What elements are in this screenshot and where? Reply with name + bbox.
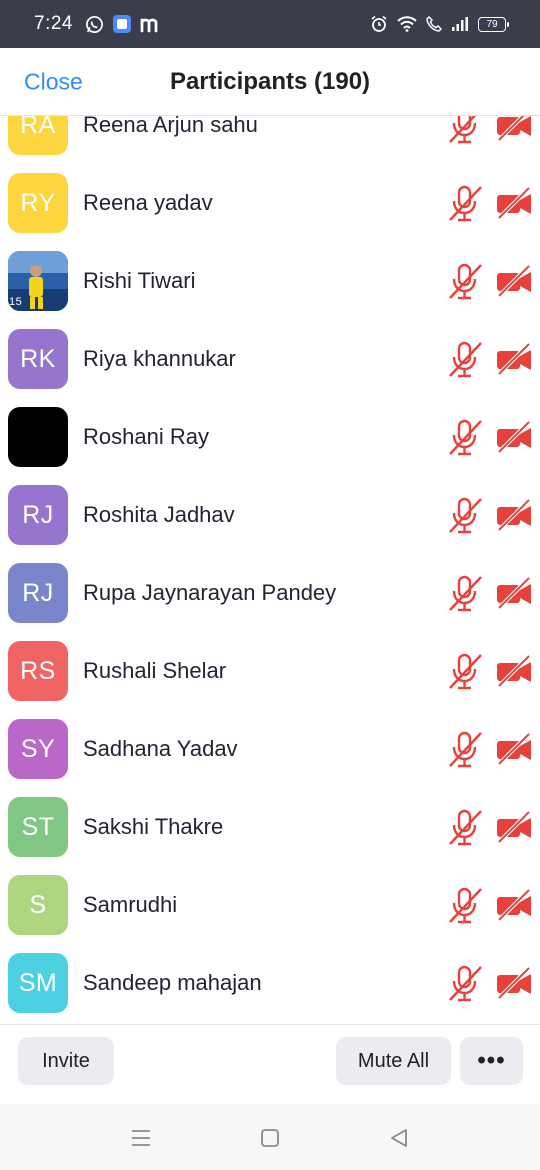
whatsapp-icon — [85, 15, 104, 34]
call-icon — [426, 16, 442, 32]
header: Close Participants (190) — [0, 48, 540, 116]
mic-muted-icon[interactable] — [447, 885, 483, 925]
avatar-initials: RY — [20, 188, 56, 217]
avatar: RJ — [8, 485, 68, 545]
avatar: ST — [8, 797, 68, 857]
video-off-icon[interactable] — [496, 497, 532, 533]
participant-row[interactable]: SM Sandeep mahajan — [0, 944, 540, 1022]
avatar: SY — [8, 719, 68, 779]
video-off-icon[interactable] — [496, 965, 532, 1001]
participant-row[interactable]: RJ Rupa Jaynarayan Pandey — [0, 554, 540, 632]
avatar: SM — [8, 953, 68, 1013]
close-button[interactable]: Close — [24, 68, 83, 95]
mic-muted-icon[interactable] — [447, 963, 483, 1003]
participant-name: Reena Arjun sahu — [83, 116, 258, 137]
mic-muted-icon[interactable] — [447, 116, 483, 145]
participant-row[interactable]: Roshani Ray — [0, 398, 540, 476]
status-bar: 7:24 79 — [0, 0, 540, 48]
invite-button[interactable]: Invite — [18, 1037, 114, 1085]
more-options-button[interactable]: ••• — [460, 1037, 523, 1085]
avatar-initials: RA — [20, 116, 56, 139]
avatar-initials: RK — [20, 344, 56, 373]
participant-row[interactable]: RJ Roshita Jadhav — [0, 476, 540, 554]
video-off-icon[interactable] — [496, 653, 532, 689]
avatar: RJ — [8, 563, 68, 623]
battery-indicator: 79 — [478, 16, 509, 32]
mic-muted-icon[interactable] — [447, 807, 483, 847]
participant-row[interactable]: RA Reena Arjun sahu — [0, 116, 540, 164]
participant-name: Sadhana Yadav — [83, 736, 238, 761]
participant-name: Roshani Ray — [83, 424, 209, 449]
mic-muted-icon[interactable] — [447, 651, 483, 691]
avatar: 15 — [8, 251, 68, 311]
mic-muted-icon[interactable] — [447, 261, 483, 301]
video-off-icon[interactable] — [496, 887, 532, 923]
video-off-icon[interactable] — [496, 185, 532, 221]
avatar-initials: S — [29, 890, 47, 919]
home-icon[interactable] — [258, 1126, 282, 1150]
avatar: S — [8, 875, 68, 935]
avatar-initials: RJ — [22, 578, 54, 607]
video-off-icon[interactable] — [496, 575, 532, 611]
participant-row[interactable]: SY Sadhana Yadav — [0, 710, 540, 788]
participant-name: Roshita Jadhav — [83, 502, 235, 527]
avatar: RS — [8, 641, 68, 701]
bottom-toolbar: Invite Mute All ••• — [0, 1024, 540, 1104]
avatar-initials: SY — [20, 734, 56, 763]
wifi-icon — [397, 16, 417, 32]
avatar: RY — [8, 173, 68, 233]
avatar: RK — [8, 329, 68, 389]
participant-name: Sandeep mahajan — [83, 970, 262, 995]
system-nav-bar — [0, 1104, 540, 1170]
participant-row[interactable]: RS Rushali Shelar — [0, 632, 540, 710]
menu-icon[interactable] — [129, 1126, 153, 1150]
participant-row[interactable]: RY Reena yadav — [0, 164, 540, 242]
alarm-icon — [370, 15, 388, 33]
mic-muted-icon[interactable] — [447, 339, 483, 379]
video-off-icon[interactable] — [496, 731, 532, 767]
participant-row[interactable]: S Samrudhi — [0, 866, 540, 944]
avatar-initials: RJ — [22, 500, 54, 529]
app-icon — [112, 14, 132, 34]
video-off-icon[interactable] — [496, 341, 532, 377]
mic-muted-icon[interactable] — [447, 573, 483, 613]
participant-name: Rupa Jaynarayan Pandey — [83, 580, 337, 605]
avatar-initials: ST — [21, 812, 55, 841]
status-time: 7:24 — [34, 13, 73, 34]
avatar: RA — [8, 116, 68, 155]
participant-row[interactable]: 15 Rishi Tiwari — [0, 242, 540, 320]
mic-muted-icon[interactable] — [447, 495, 483, 535]
participant-name: Sakshi Thakre — [83, 814, 224, 839]
video-off-icon[interactable] — [496, 419, 532, 455]
participant-row[interactable]: RK Riya khannukar — [0, 320, 540, 398]
signal-icon — [451, 16, 469, 32]
video-off-icon[interactable] — [496, 116, 532, 143]
participant-row[interactable]: ST Sakshi Thakre — [0, 788, 540, 866]
mute-all-button[interactable]: Mute All — [336, 1037, 451, 1085]
mic-muted-icon[interactable] — [447, 183, 483, 223]
participant-name: Samrudhi — [83, 892, 178, 917]
mic-muted-icon[interactable] — [447, 729, 483, 769]
avatar — [8, 407, 68, 467]
avatar-initials: RS — [20, 656, 56, 685]
participant-name: Rushali Shelar — [83, 658, 227, 683]
m-icon — [140, 15, 162, 33]
svg-text:15: 15 — [9, 296, 22, 308]
video-off-icon[interactable] — [496, 263, 532, 299]
page-title: Participants (190) — [169, 67, 371, 95]
participant-name: Riya khannukar — [83, 346, 236, 371]
mic-muted-icon[interactable] — [447, 417, 483, 457]
participant-name: Reena yadav — [83, 190, 213, 215]
participant-name: Rishi Tiwari — [83, 268, 196, 293]
back-icon[interactable] — [387, 1126, 411, 1150]
video-off-icon[interactable] — [496, 809, 532, 845]
participant-list[interactable]: RA Reena Arjun sahu RY Reena yadav 15 Rishi T… — [0, 116, 540, 1024]
avatar-initials: SM — [18, 968, 58, 997]
